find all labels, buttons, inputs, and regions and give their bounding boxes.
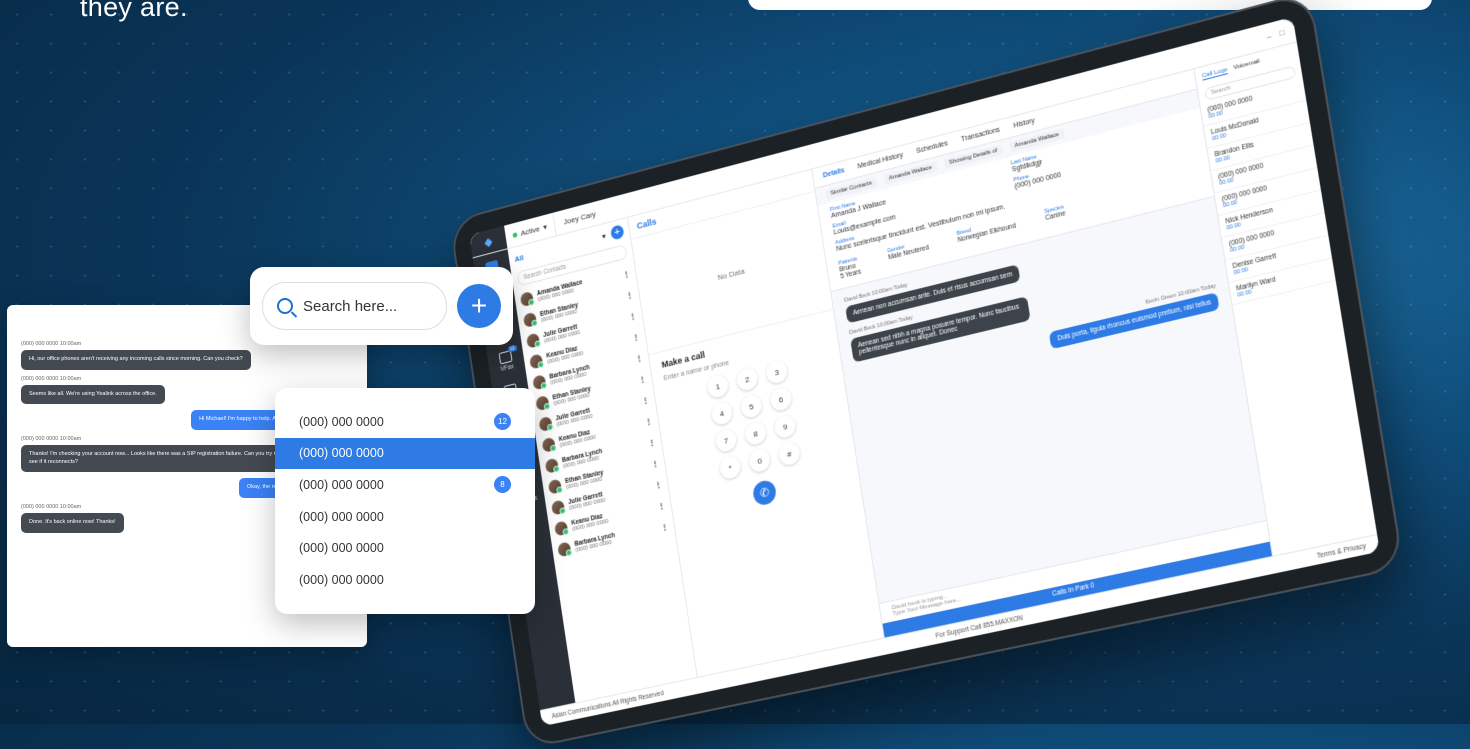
contact-text: Barbara Lynch (000) 000 0000 (574, 532, 616, 554)
status-dot-icon (512, 232, 517, 238)
dialpad-key[interactable]: 4 (710, 400, 733, 426)
chevron-down-icon[interactable]: ▾ (601, 231, 606, 240)
avatar (535, 395, 549, 411)
window-controls: – □ (1266, 24, 1296, 41)
dialpad-key[interactable]: 2 (735, 366, 759, 392)
avatar (532, 374, 546, 390)
avatar (520, 291, 534, 307)
phone-number: (000) 000 0000 (299, 510, 384, 524)
avatar (523, 312, 537, 328)
app-screen: ◆ Active ▾ Joey Cary – □ PhoneSMS55VFax1… (469, 17, 1380, 726)
tab-call-logs[interactable]: Call Logs (1202, 67, 1229, 81)
more-options-icon[interactable]: ⋮ (638, 374, 647, 384)
message-bubble: Seems like all. We're using Yealink acro… (21, 385, 165, 405)
avatar (542, 437, 556, 453)
status-label: Active (520, 224, 540, 238)
phone-number-item[interactable]: (000) 000 0000 (275, 438, 535, 470)
phone-number-item[interactable]: (000) 000 0000 (275, 564, 535, 596)
hero-heading: they are. (80, 0, 188, 23)
terms-link[interactable]: Terms & Privacy (1316, 542, 1366, 559)
message-timestamp: (000) 000 0000 10:00am (21, 376, 353, 382)
park-count: 0 (1090, 582, 1095, 590)
more-options-icon[interactable]: ⋮ (660, 521, 669, 531)
fax-icon (499, 350, 513, 364)
unread-badge: 8 (494, 476, 511, 493)
dialpad-key[interactable]: 5 (740, 393, 764, 419)
more-options-icon[interactable]: ⋮ (651, 458, 660, 468)
more-options-icon[interactable]: ⋮ (657, 500, 666, 510)
avatar (526, 332, 540, 348)
call-button[interactable]: ✆ (752, 479, 778, 507)
dialpad-key[interactable]: 8 (744, 420, 768, 446)
nav-badge: 12 (508, 345, 517, 353)
more-options-icon[interactable]: ⋮ (641, 395, 650, 405)
tab-details[interactable]: Details (822, 167, 845, 179)
phone-number: (000) 000 0000 (299, 415, 384, 429)
phone-number: (000) 000 0000 (299, 573, 384, 587)
more-options-icon[interactable]: ⋮ (625, 289, 633, 299)
phone-number-item[interactable]: (000) 000 0000 (275, 501, 535, 533)
chat-card-message: (000) 000 0000 10:00am Hi, our office pho… (21, 341, 353, 370)
tablet-bezel: ◆ Active ▾ Joey Cary – □ PhoneSMS55VFax1… (449, 0, 1404, 749)
phone-number: (000) 000 0000 (299, 446, 384, 460)
message-bubble: Done. It's back online now! Thanks! (21, 513, 124, 533)
more-options-icon[interactable]: ⋮ (632, 331, 640, 341)
phone-number-item[interactable]: (000) 000 0000 12 (275, 406, 535, 438)
dialpad-key[interactable]: 6 (769, 386, 793, 412)
app-body: PhoneSMS55VFax12ScheduleRecordingReports… (473, 42, 1377, 710)
dialpad-key[interactable]: 0 (748, 448, 772, 474)
more-options-icon[interactable]: ⋮ (654, 479, 663, 489)
top-card (748, 0, 1432, 10)
avatar (545, 458, 559, 474)
chevron-down-icon: ▾ (543, 222, 548, 231)
tab-schedules[interactable]: Schedules (916, 140, 948, 155)
phone-number-item[interactable]: (000) 000 0000 8 (275, 469, 535, 501)
more-options-icon[interactable]: ⋮ (622, 268, 630, 278)
more-options-icon[interactable]: ⋮ (648, 437, 657, 447)
avatar (548, 479, 562, 495)
patient-field: Species Canine (1044, 204, 1067, 229)
more-options-icon[interactable]: ⋮ (644, 416, 653, 426)
maximize-icon[interactable]: □ (1279, 27, 1285, 37)
avatar (557, 541, 571, 557)
phone-number: (000) 000 0000 (299, 541, 384, 555)
tab-voicemail[interactable]: Voicemail (1233, 58, 1260, 72)
dialpad-key[interactable]: # (777, 441, 801, 467)
phone-number: (000) 000 0000 (299, 478, 384, 492)
dialpad-key[interactable]: * (718, 455, 741, 481)
more-options-icon[interactable]: ⋮ (635, 352, 644, 362)
dialpad-key[interactable]: 1 (706, 373, 729, 399)
search-icon (277, 298, 293, 314)
avatar (538, 416, 552, 432)
search-input[interactable]: Search here... (262, 282, 447, 330)
search-placeholder: Search here... (303, 298, 397, 315)
phone-numbers-card: (000) 000 0000 12 (000) 000 0000 (000) 000 … (275, 388, 535, 614)
more-options-icon[interactable]: ⋮ (628, 310, 636, 320)
dialpad-key[interactable]: 3 (765, 359, 789, 385)
dialpad-key[interactable]: 7 (714, 427, 737, 453)
tab-history[interactable]: History (1013, 117, 1035, 130)
details-panel: Details Medical History Schedules Transacti… (812, 69, 1272, 637)
tab-transactions[interactable]: Transactions (961, 126, 1001, 143)
avatar (554, 520, 568, 536)
patient-field: Gender Male Neutered (887, 238, 931, 268)
search-card: Search here... + (250, 267, 513, 345)
dialpad-key[interactable]: 9 (773, 413, 797, 439)
avatar (529, 353, 543, 369)
avatar (551, 499, 565, 515)
tablet-device: ◆ Active ▾ Joey Cary – □ PhoneSMS55VFax1… (449, 0, 1404, 749)
sidebar-item-label: VFax (500, 363, 514, 373)
message-bubble: Hi, our office phones aren't receiving a… (21, 350, 251, 370)
add-contact-button[interactable]: + (610, 224, 625, 241)
minimize-icon[interactable]: – (1266, 31, 1272, 41)
patient-field: Patients Bruno 5 Years (838, 256, 861, 281)
unread-badge: 12 (494, 413, 511, 430)
add-button[interactable]: + (457, 284, 501, 328)
sidebar-item-vfax[interactable]: VFax 12 (498, 350, 514, 373)
phone-number-item[interactable]: (000) 000 0000 (275, 532, 535, 564)
